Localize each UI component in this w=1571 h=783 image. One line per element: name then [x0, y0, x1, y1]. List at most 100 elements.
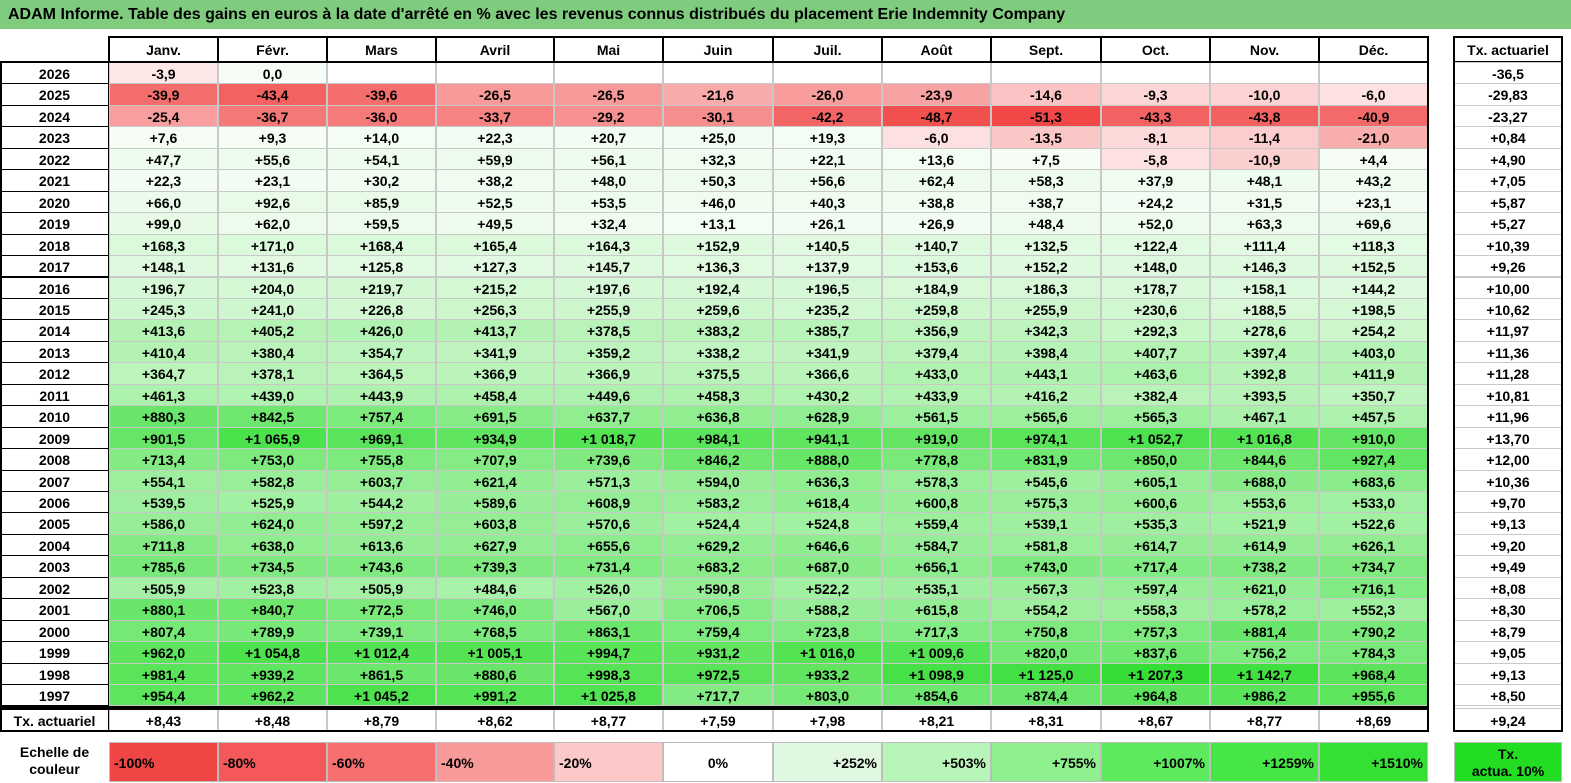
- table-cell: +1 025,8: [554, 684, 663, 707]
- table-cell: -40,9: [1319, 104, 1428, 128]
- table-cell: +215,2: [436, 276, 554, 299]
- table-cell: +570,6: [554, 512, 663, 535]
- table-cell: +955,6: [1319, 684, 1428, 707]
- year-label: 2003: [0, 555, 109, 578]
- table-cell: +38,2: [436, 169, 554, 192]
- year-label: 2012: [0, 362, 109, 385]
- table-cell: +636,3: [773, 469, 882, 492]
- table-cell: +614,9: [1210, 533, 1319, 557]
- table-cell: -48,7: [882, 104, 991, 128]
- table-cell: +533,0: [1319, 491, 1428, 514]
- table-cell: +1 052,7: [1101, 426, 1210, 450]
- table-cell: +618,4: [773, 491, 882, 514]
- legend-scale-cell: +755%: [991, 741, 1101, 782]
- year-label: 2013: [0, 340, 109, 364]
- table-cell: -26,5: [436, 83, 554, 106]
- table-cell: +621,0: [1210, 576, 1319, 600]
- table-cell: +219,7: [327, 276, 436, 299]
- table-cell: +350,7: [1319, 383, 1428, 407]
- table-cell: +637,7: [554, 405, 663, 428]
- table-cell: +910,0: [1319, 426, 1428, 450]
- table-cell: +578,2: [1210, 598, 1319, 621]
- table-cell: -26,5: [554, 83, 663, 106]
- year-label: 2021: [0, 169, 109, 192]
- legend-label-line: Echelle de: [19, 743, 90, 760]
- table-cell: +628,9: [773, 405, 882, 428]
- table-cell: +111,4: [1210, 233, 1319, 257]
- table-cell: [436, 62, 554, 85]
- row-actuarial-rate: +9,70: [1454, 491, 1562, 514]
- table-cell: +840,7: [218, 598, 327, 621]
- table-cell: +398,4: [991, 340, 1101, 364]
- table-cell: +994,7: [554, 641, 663, 664]
- table-cell: +383,2: [663, 319, 773, 342]
- table-cell: +880,3: [109, 405, 218, 428]
- table-cell: +443,1: [991, 362, 1101, 385]
- table-cell: +1 012,4: [327, 641, 436, 664]
- table-cell: +739,6: [554, 448, 663, 471]
- year-label: 1997: [0, 684, 109, 707]
- table-cell: +235,2: [773, 297, 882, 321]
- table-cell: +19,3: [773, 126, 882, 149]
- table-cell: +256,3: [436, 297, 554, 321]
- month-header: Déc.: [1319, 36, 1428, 62]
- table-cell: +38,7: [991, 190, 1101, 214]
- row-actuarial-rate: +10,00: [1454, 276, 1562, 299]
- table-cell: +626,1: [1319, 533, 1428, 557]
- table-cell: +230,6: [1101, 297, 1210, 321]
- table-cell: +820,0: [991, 641, 1101, 664]
- table-cell: +567,3: [991, 576, 1101, 600]
- table-cell: +986,2: [1210, 684, 1319, 707]
- table-cell: +449,6: [554, 383, 663, 407]
- footer-rate: +7,98: [773, 707, 882, 732]
- table-cell: +731,4: [554, 555, 663, 578]
- legend-scale-cell: +1259%: [1210, 741, 1319, 782]
- footer-rate: +8,67: [1101, 707, 1210, 732]
- table-cell: +443,9: [327, 383, 436, 407]
- table-cell: +458,4: [436, 383, 554, 407]
- table-cell: +403,0: [1319, 340, 1428, 364]
- table-cell: +144,2: [1319, 276, 1428, 299]
- table-cell: +597,2: [327, 512, 436, 535]
- row-actuarial-rate: +8,79: [1454, 619, 1562, 643]
- table-cell: 0,0: [218, 62, 327, 85]
- table-cell: +552,3: [1319, 598, 1428, 621]
- table-cell: +962,0: [109, 641, 218, 664]
- table-cell: +152,5: [1319, 255, 1428, 278]
- table-cell: -51,3: [991, 104, 1101, 128]
- table-cell: +524,4: [663, 512, 773, 535]
- table-cell: +629,2: [663, 533, 773, 557]
- table-cell: +188,5: [1210, 297, 1319, 321]
- table-cell: +755,8: [327, 448, 436, 471]
- table-cell: -21,0: [1319, 126, 1428, 149]
- row-actuarial-rate: +13,70: [1454, 426, 1562, 450]
- table-cell: +38,8: [882, 190, 991, 214]
- table-cell: +467,1: [1210, 405, 1319, 428]
- table-cell: -26,0: [773, 83, 882, 106]
- row-actuarial-rate: +11,96: [1454, 405, 1562, 428]
- table-cell: +379,4: [882, 340, 991, 364]
- table-cell: +1 016,0: [773, 641, 882, 664]
- table-cell: +706,5: [663, 598, 773, 621]
- table-cell: +46,0: [663, 190, 773, 214]
- table-cell: +366,6: [773, 362, 882, 385]
- table-cell: +137,9: [773, 255, 882, 278]
- table-cell: +59,5: [327, 212, 436, 235]
- table-cell: +366,9: [436, 362, 554, 385]
- month-header: Sept.: [991, 36, 1101, 62]
- table-cell: +342,3: [991, 319, 1101, 342]
- table-cell: +146,3: [1210, 255, 1319, 278]
- table-cell: +4,4: [1319, 147, 1428, 171]
- table-cell: +561,5: [882, 405, 991, 428]
- table-cell: +278,6: [1210, 319, 1319, 342]
- footer-rate: +7,59: [663, 707, 773, 732]
- table-cell: +254,2: [1319, 319, 1428, 342]
- footer-rate: +8,48: [218, 707, 327, 732]
- table-cell: +9,3: [218, 126, 327, 149]
- table-cell: +259,6: [663, 297, 773, 321]
- table-cell: +881,4: [1210, 619, 1319, 643]
- table-cell: -9,3: [1101, 83, 1210, 106]
- table-cell: +575,3: [991, 491, 1101, 514]
- table-cell: +26,1: [773, 212, 882, 235]
- table-cell: +746,0: [436, 598, 554, 621]
